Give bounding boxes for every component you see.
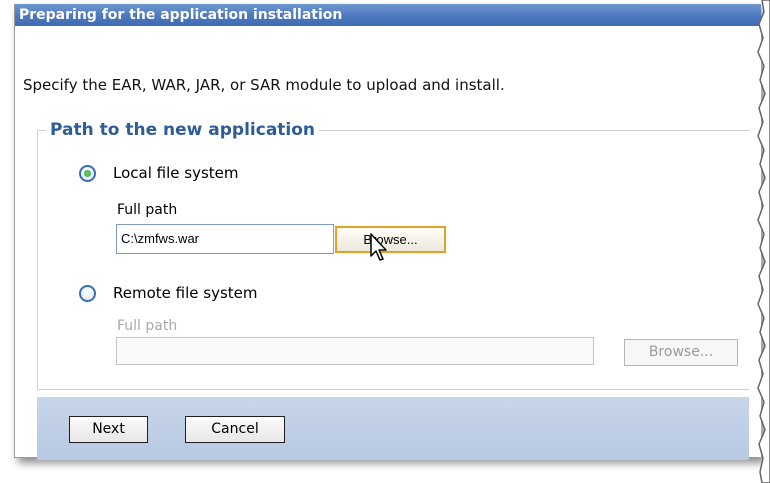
instruction-text: Specify the EAR, WAR, JAR, or SAR module… (23, 76, 505, 94)
remote-full-path-label: Full path (117, 318, 178, 334)
remote-file-system-radio[interactable] (79, 284, 96, 302)
torn-edge-decoration (757, 0, 770, 483)
local-file-system-radio[interactable] (79, 164, 96, 182)
radio-selected-dot (84, 169, 91, 177)
remote-file-system-label[interactable]: Remote file system (113, 284, 258, 302)
local-file-system-option[interactable]: Local file system (79, 164, 239, 182)
next-button[interactable]: Next (69, 416, 148, 443)
local-file-system-label[interactable]: Local file system (113, 164, 239, 182)
remote-browse-button: Browse... (624, 339, 738, 366)
remote-file-system-option[interactable]: Remote file system (79, 284, 258, 302)
local-full-path-label: Full path (117, 202, 178, 218)
local-full-path-input[interactable]: C:\zmfws.war (116, 224, 334, 254)
arrow-cursor-icon (370, 233, 387, 261)
path-group-legend: Path to the new application (50, 120, 316, 140)
dialog-title: Preparing for the application installati… (15, 4, 761, 26)
remote-full-path-input (116, 337, 594, 365)
cancel-button[interactable]: Cancel (185, 416, 285, 443)
